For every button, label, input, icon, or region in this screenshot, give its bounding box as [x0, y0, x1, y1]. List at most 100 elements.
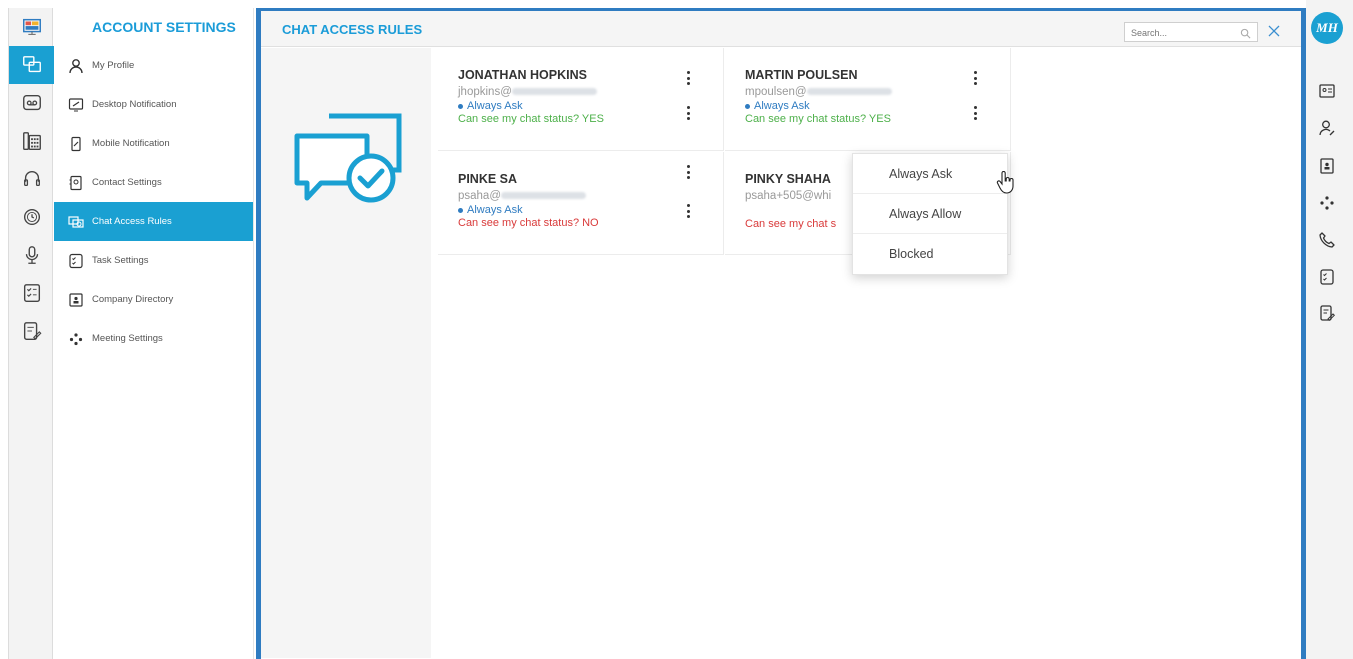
- headset-rail-button[interactable]: [9, 160, 54, 198]
- avatar[interactable]: MH: [1311, 12, 1343, 44]
- redacted-email-domain: [511, 88, 597, 96]
- chat-access-hero-icon: [294, 113, 402, 203]
- nav-item-meeting-settings[interactable]: Meeting Settings: [54, 319, 253, 358]
- preference-label: Always Ask: [467, 204, 523, 216]
- app-window: ACCOUNT SETTINGS My Profile Desktop Noti…: [0, 0, 1353, 659]
- tasks-rail-button[interactable]: [9, 274, 54, 312]
- search-input[interactable]: [1125, 24, 1235, 42]
- nav-item-desktop-notification[interactable]: Desktop Notification: [54, 85, 253, 124]
- desktop-notification-icon: [66, 95, 86, 115]
- option-blocked[interactable]: Blocked: [853, 234, 1007, 274]
- preference-dot: [745, 103, 750, 109]
- mobile-notification-icon: [66, 134, 86, 154]
- contact-card: PINKE SA psaha@ Always Ask Can see my ch…: [438, 152, 724, 255]
- notes-button[interactable]: [1316, 302, 1338, 324]
- redacted-email-domain: [806, 88, 892, 96]
- call-button[interactable]: [1316, 229, 1338, 251]
- close-button[interactable]: [1264, 20, 1284, 42]
- nav-item-label: Mobile Notification: [92, 138, 170, 149]
- preference-label: Always Ask: [467, 100, 523, 112]
- preference-label: Always Ask: [754, 100, 810, 112]
- chat-access-rules-panel: CHAT ACCESS RULES JONATHAN HOPKINS jhopk…: [256, 8, 1306, 659]
- user-icon: [66, 56, 86, 76]
- nav-item-label: Contact Settings: [92, 177, 162, 188]
- tasks-button[interactable]: [1316, 266, 1338, 288]
- chat-bubbles-icon: [22, 56, 41, 73]
- chat-access-icon: [66, 212, 86, 232]
- nav-item-my-profile[interactable]: My Profile: [54, 46, 253, 85]
- edit-notes-icon: [1320, 305, 1336, 322]
- contact-email: jhopkins@: [458, 86, 723, 98]
- preference-dot: [458, 207, 463, 213]
- nav-item-label: Desktop Notification: [92, 99, 177, 110]
- option-always-allow[interactable]: Always Allow: [853, 194, 1007, 234]
- meeting-button[interactable]: [1316, 192, 1338, 214]
- card-menu-button[interactable]: [971, 71, 979, 85]
- user-profile-button[interactable]: [1316, 117, 1338, 139]
- redacted-email-domain: [501, 192, 587, 200]
- chat-rail-button[interactable]: [9, 46, 54, 84]
- history-icon: [23, 208, 40, 226]
- panel-header: CHAT ACCESS RULES: [261, 11, 1301, 47]
- phone-rail-button[interactable]: [9, 122, 54, 160]
- nav-item-mobile-notification[interactable]: Mobile Notification: [54, 124, 253, 163]
- contact-card: MARTIN POULSEN mpoulsen@ Always Ask Can …: [725, 48, 1011, 151]
- hand-pointer-icon: [996, 171, 1014, 194]
- phone-icon: [1319, 232, 1335, 248]
- checklist-icon: [23, 284, 40, 302]
- nav-item-label: Task Settings: [92, 255, 149, 266]
- notes-rail-button[interactable]: [9, 312, 54, 350]
- illustration-pane: [261, 48, 431, 658]
- preference-menu-button[interactable]: [684, 106, 692, 120]
- access-preference-dropdown: Always Ask Always Allow Blocked: [852, 153, 1008, 275]
- dashboard-rail-button[interactable]: [9, 8, 54, 46]
- contact-email: psaha@: [458, 190, 723, 202]
- meeting-icon: [66, 329, 86, 349]
- nav-item-label: Company Directory: [92, 294, 174, 305]
- card-menu-button[interactable]: [684, 165, 692, 179]
- history-rail-button[interactable]: [9, 198, 54, 236]
- nav-item-company-directory[interactable]: Company Directory: [54, 280, 253, 319]
- microphone-icon: [25, 246, 38, 264]
- preference-dot: [458, 103, 463, 109]
- headset-icon: [23, 170, 40, 187]
- search-icon[interactable]: [1240, 26, 1251, 44]
- contact-card: JONATHAN HOPKINS jhopkins@ Always Ask Ca…: [438, 48, 724, 151]
- meeting-icon: [1320, 196, 1334, 210]
- close-icon: [1268, 25, 1280, 37]
- card-menu-button[interactable]: [684, 71, 692, 85]
- right-icon-rail: MH: [1306, 0, 1353, 659]
- user-edit-icon: [1319, 120, 1335, 136]
- directory-button[interactable]: [1316, 155, 1338, 177]
- preference-menu-button[interactable]: [684, 204, 692, 218]
- search-box: [1124, 22, 1258, 42]
- voicemail-icon: [22, 94, 41, 111]
- edit-notes-icon: [23, 322, 41, 340]
- nav-item-contact-settings[interactable]: Contact Settings: [54, 163, 253, 202]
- contact-email-text: jhopkins@: [458, 86, 512, 98]
- dashboard-icon: [22, 18, 41, 35]
- page-title: CHAT ACCESS RULES: [282, 22, 423, 37]
- preference-menu-button[interactable]: [971, 106, 979, 120]
- nav-item-label: Chat Access Rules: [92, 216, 172, 227]
- contact-email-text: mpoulsen@: [745, 86, 807, 98]
- microphone-rail-button[interactable]: [9, 236, 54, 274]
- account-settings-nav: ACCOUNT SETTINGS My Profile Desktop Noti…: [54, 8, 254, 659]
- task-icon: [66, 251, 86, 271]
- left-icon-rail: [8, 8, 54, 659]
- checklist-icon: [1320, 269, 1334, 285]
- desk-phone-icon: [22, 132, 41, 150]
- chat-status-visibility: Can see my chat status? NO: [458, 217, 599, 229]
- id-card-icon: [1319, 84, 1335, 98]
- contact-email-text: psaha@: [458, 190, 502, 202]
- contact-settings-icon: [66, 173, 86, 193]
- nav-item-task-settings[interactable]: Task Settings: [54, 241, 253, 280]
- directory-icon: [66, 290, 86, 310]
- option-always-ask[interactable]: Always Ask: [853, 154, 1007, 194]
- voicemail-rail-button[interactable]: [9, 84, 54, 122]
- contact-email: mpoulsen@: [745, 86, 1010, 98]
- nav-title: ACCOUNT SETTINGS: [92, 19, 236, 35]
- nav-item-label: My Profile: [92, 60, 135, 71]
- nav-item-chat-access-rules[interactable]: Chat Access Rules: [54, 202, 253, 241]
- contact-card-button[interactable]: [1316, 80, 1338, 102]
